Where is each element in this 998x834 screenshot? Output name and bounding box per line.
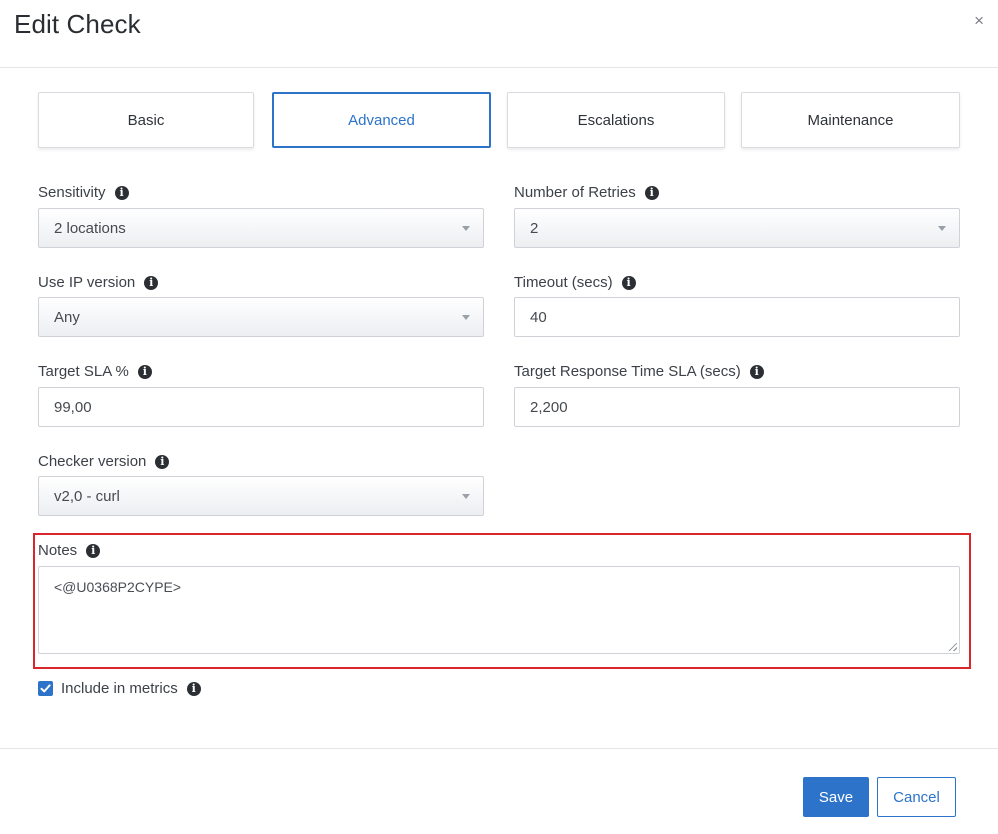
- ip-version-label-text: Use IP version: [38, 274, 136, 291]
- response-sla-input[interactable]: 2,200: [514, 387, 960, 427]
- checker-version-select[interactable]: v2,0 - curl: [38, 476, 484, 516]
- cancel-button[interactable]: Cancel: [877, 777, 956, 817]
- info-icon[interactable]: i: [114, 185, 129, 200]
- sensitivity-value: 2 locations: [54, 219, 126, 237]
- dialog-header: Edit Check ×: [0, 0, 998, 68]
- retries-label-text: Number of Retries: [514, 184, 636, 201]
- include-metrics-row: Include in metrics i: [38, 680, 201, 697]
- tab-basic[interactable]: Basic: [38, 92, 254, 148]
- notes-label: Notes i: [38, 542, 101, 559]
- ip-version-value: Any: [54, 308, 80, 326]
- retries-label: Number of Retries i: [514, 184, 659, 201]
- edit-check-dialog: Edit Check × Basic Advanced Escalations …: [0, 0, 998, 834]
- chevron-down-icon: [938, 226, 946, 231]
- include-metrics-label: Include in metrics: [61, 680, 178, 697]
- save-button[interactable]: Save: [803, 777, 869, 817]
- target-sla-input[interactable]: 99,00: [38, 387, 484, 427]
- retries-value: 2: [530, 219, 539, 237]
- chevron-down-icon: [462, 494, 470, 499]
- sensitivity-label: Sensitivity i: [38, 184, 129, 201]
- response-sla-value: 2,200: [530, 398, 568, 416]
- checker-version-label: Checker version i: [38, 453, 170, 470]
- notes-value: <@U0368P2CYPE>: [54, 579, 182, 595]
- checker-version-value: v2,0 - curl: [54, 487, 120, 505]
- resize-handle-icon[interactable]: [949, 643, 957, 651]
- chevron-down-icon: [462, 315, 470, 320]
- timeout-label-text: Timeout (secs): [514, 274, 613, 291]
- checker-version-label-text: Checker version: [38, 453, 147, 470]
- info-icon[interactable]: i: [86, 543, 101, 558]
- info-icon[interactable]: i: [155, 454, 170, 469]
- close-icon[interactable]: ×: [974, 12, 984, 29]
- sensitivity-select[interactable]: 2 locations: [38, 208, 484, 248]
- info-icon[interactable]: i: [644, 185, 659, 200]
- chevron-down-icon: [462, 226, 470, 231]
- ip-version-select[interactable]: Any: [38, 297, 484, 337]
- info-icon[interactable]: i: [137, 364, 152, 379]
- ip-version-label: Use IP version i: [38, 274, 159, 291]
- info-icon[interactable]: i: [749, 364, 764, 379]
- include-metrics-checkbox[interactable]: [38, 681, 53, 696]
- timeout-label: Timeout (secs) i: [514, 274, 636, 291]
- target-sla-value: 99,00: [54, 398, 92, 416]
- response-sla-label: Target Response Time SLA (secs) i: [514, 363, 764, 380]
- tab-advanced[interactable]: Advanced: [272, 92, 491, 148]
- target-sla-label-text: Target SLA %: [38, 363, 129, 380]
- retries-select[interactable]: 2: [514, 208, 960, 248]
- response-sla-label-text: Target Response Time SLA (secs): [514, 363, 741, 380]
- info-icon[interactable]: i: [186, 681, 201, 696]
- timeout-input[interactable]: 40: [514, 297, 960, 337]
- checkmark-icon: [40, 684, 51, 693]
- sensitivity-label-text: Sensitivity: [38, 184, 106, 201]
- notes-textarea[interactable]: <@U0368P2CYPE>: [38, 566, 960, 654]
- tab-escalations[interactable]: Escalations: [507, 92, 725, 148]
- info-icon[interactable]: i: [621, 275, 636, 290]
- timeout-value: 40: [530, 308, 547, 326]
- dialog-title: Edit Check: [14, 9, 141, 39]
- tab-maintenance[interactable]: Maintenance: [741, 92, 960, 148]
- notes-label-text: Notes: [38, 542, 78, 559]
- target-sla-label: Target SLA % i: [38, 363, 152, 380]
- info-icon[interactable]: i: [144, 275, 159, 290]
